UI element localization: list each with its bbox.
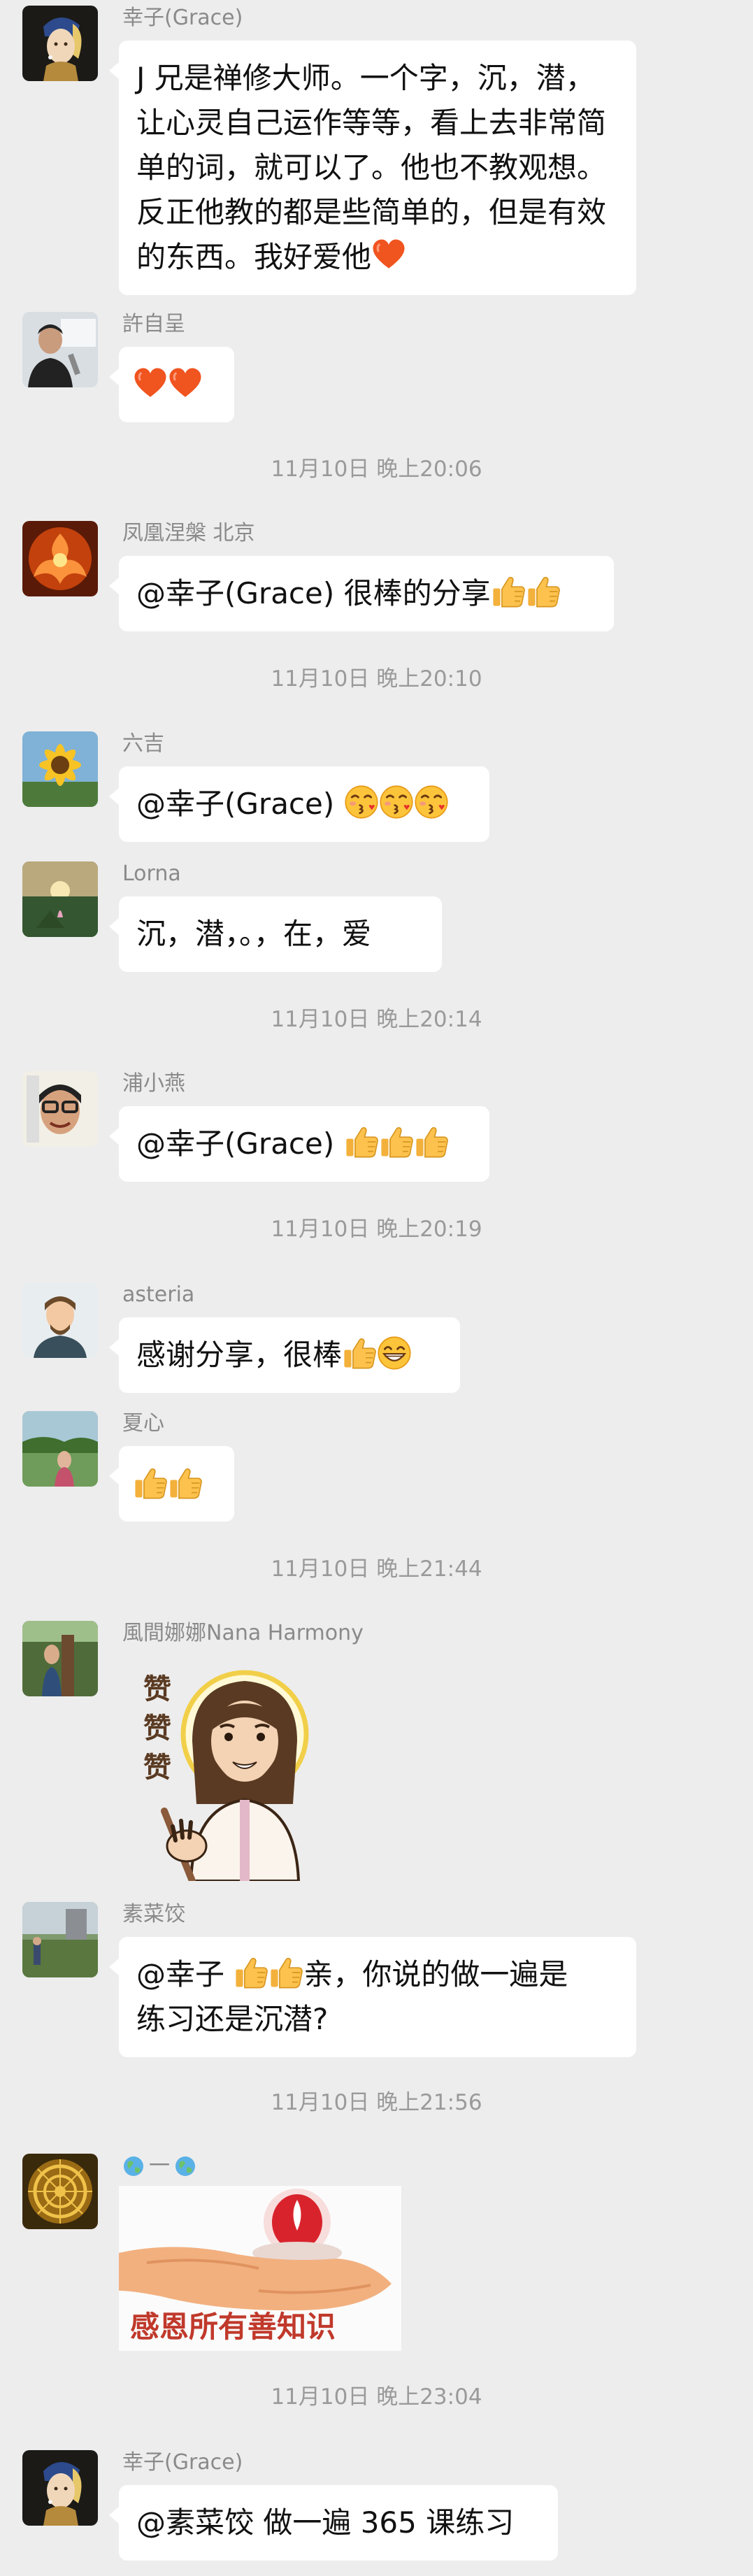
message-bubble[interactable]: J 兄是禅修大师。一个字，沉，潜，让心灵自己运作等等，看上去非常简单的词，就可以… (109, 41, 636, 295)
sender-name-text: 一 (149, 2154, 170, 2178)
jesus-sticker[interactable]: 赞赞赞 (122, 1657, 325, 1884)
message-text: @幸子(Grace) (136, 1126, 344, 1161)
message-item: 夏心 (0, 1411, 753, 1523)
thumbs-up-icon (133, 1466, 168, 1501)
thumbs-up-icon (168, 1466, 203, 1501)
kissing-face-icon (414, 785, 449, 820)
avatar[interactable] (22, 6, 98, 81)
sender-name: 風間娜娜Nana Harmony (122, 1621, 364, 1645)
message-text: 沉，潜，。，在，爱 (136, 917, 372, 951)
avatar[interactable] (22, 1411, 98, 1487)
message-item: asteria 感谢分享，很棒 (0, 1282, 753, 1394)
message-item: 一 感恩所有善知识 (0, 2154, 753, 2363)
chat-history: 幸子(Grace) J 兄是禅修大师。一个字，沉，潜，让心灵自己运作等等，看上去… (0, 0, 753, 2576)
message-item: 凤凰涅槃 北京 @幸子(Grace) 很棒的分享 (0, 521, 753, 633)
message-bubble[interactable] (109, 347, 234, 422)
message-bubble[interactable] (109, 1446, 234, 1522)
message-item: 浦小燕 @幸子(Grace) (0, 1071, 753, 1183)
sender-name: 凤凰涅槃 北京 (122, 521, 255, 545)
message-text-line2: 练习还是沉潜? (136, 2002, 329, 2036)
message-item: 六吉 @幸子(Grace) (0, 731, 753, 843)
message-bubble[interactable]: @素菜饺 做一遍 365 课练习 (109, 2485, 558, 2561)
sender-name: asteria (122, 1282, 195, 1307)
timestamp: 11月10日 晚上21:44 (271, 1557, 482, 1582)
message-item: 素菜饺 @幸子 亲，你说的做一遍是 练习还是沉潜? (0, 1902, 753, 2063)
message-bubble[interactable]: @幸子 亲，你说的做一遍是 练习还是沉潜? (109, 1937, 636, 2057)
avatar[interactable] (22, 1902, 98, 1977)
message-item: 風間娜娜Nana Harmony 赞赞赞 (0, 1621, 753, 1884)
timestamp: 11月10日 晚上20:14 (271, 1007, 482, 1032)
avatar[interactable] (22, 1071, 98, 1147)
message-item: Lorna 沉，潜，。，在，爱 (0, 861, 753, 973)
timestamp: 11月10日 晚上20:06 (271, 457, 482, 482)
thumbs-up-icon (342, 1336, 377, 1371)
message-text-line1: @幸子 (136, 1957, 234, 1991)
thumbs-up-icon (379, 1124, 414, 1159)
sticker-caption: 赞赞赞 (143, 1673, 171, 1784)
avatar[interactable] (22, 1621, 98, 1696)
thumbs-up-icon (491, 574, 526, 609)
thumbs-up-icon (234, 1955, 268, 1990)
message-text: @幸子(Grace) 很棒的分享 (136, 576, 491, 610)
message-bubble[interactable]: @幸子(Grace) (109, 1106, 489, 1182)
avatar[interactable] (22, 731, 98, 807)
timestamp: 11月10日 晚上20:10 (271, 666, 482, 692)
kissing-face-icon (344, 785, 379, 820)
message-bubble[interactable]: 感谢分享，很棒 (109, 1317, 460, 1393)
message-item: 幸子(Grace) @素菜饺 做一遍 365 课练习 (0, 2450, 753, 2569)
heart-icon (371, 238, 406, 273)
message-text: @幸子(Grace) (136, 787, 344, 821)
sender-name: 許自呈 (122, 312, 185, 336)
message-bubble[interactable]: 沉，潜，。，在，爱 (109, 896, 442, 972)
globe-icon (175, 2156, 195, 2176)
sender-name: 六吉 (122, 731, 164, 756)
heart-icon (168, 366, 203, 401)
image-caption: 感恩所有善知识 (130, 2310, 336, 2344)
sender-name: 一 (122, 2154, 196, 2179)
message-bubble[interactable]: @幸子(Grace) 很棒的分享 (109, 556, 614, 631)
message-text-line1-after: 亲，你说的做一遍是 (303, 1957, 568, 1991)
thumbs-up-icon (268, 1955, 303, 1990)
message-item: 許自呈 (0, 312, 753, 424)
heart-icon (133, 366, 168, 401)
sender-name: 幸子(Grace) (122, 2450, 243, 2475)
avatar[interactable] (22, 1282, 98, 1358)
kissing-face-icon (379, 785, 414, 820)
thumbs-up-icon (344, 1124, 379, 1159)
message-bubble[interactable]: @幸子(Grace) (109, 766, 489, 842)
message-text: @素菜饺 做一遍 365 课练习 (136, 2505, 515, 2540)
timestamp: 11月10日 晚上20:19 (271, 1217, 482, 1242)
message-item: 幸子(Grace) J 兄是禅修大师。一个字，沉，潜，让心灵自己运作等等，看上去… (0, 6, 753, 299)
sender-name: Lorna (122, 861, 181, 886)
grinning-face-icon (377, 1336, 412, 1371)
sender-name: 浦小燕 (122, 1071, 185, 1096)
thumbs-up-icon (414, 1124, 449, 1159)
globe-icon (124, 2156, 143, 2176)
avatar[interactable] (22, 861, 98, 937)
avatar[interactable] (22, 312, 98, 387)
sender-name: 幸子(Grace) (122, 6, 243, 30)
avatar[interactable] (22, 521, 98, 596)
timestamp: 11月10日 晚上23:04 (271, 2384, 482, 2410)
message-text: 感谢分享，很棒 (136, 1338, 343, 1372)
sender-name: 夏心 (122, 1411, 164, 1436)
thumbs-up-icon (526, 574, 561, 609)
gratitude-image[interactable]: 感恩所有善知识 (119, 2186, 401, 2351)
avatar[interactable] (22, 2154, 98, 2229)
avatar[interactable] (22, 2450, 98, 2526)
sender-name: 素菜饺 (122, 1902, 185, 1926)
timestamp: 11月10日 晚上21:56 (271, 2090, 482, 2115)
